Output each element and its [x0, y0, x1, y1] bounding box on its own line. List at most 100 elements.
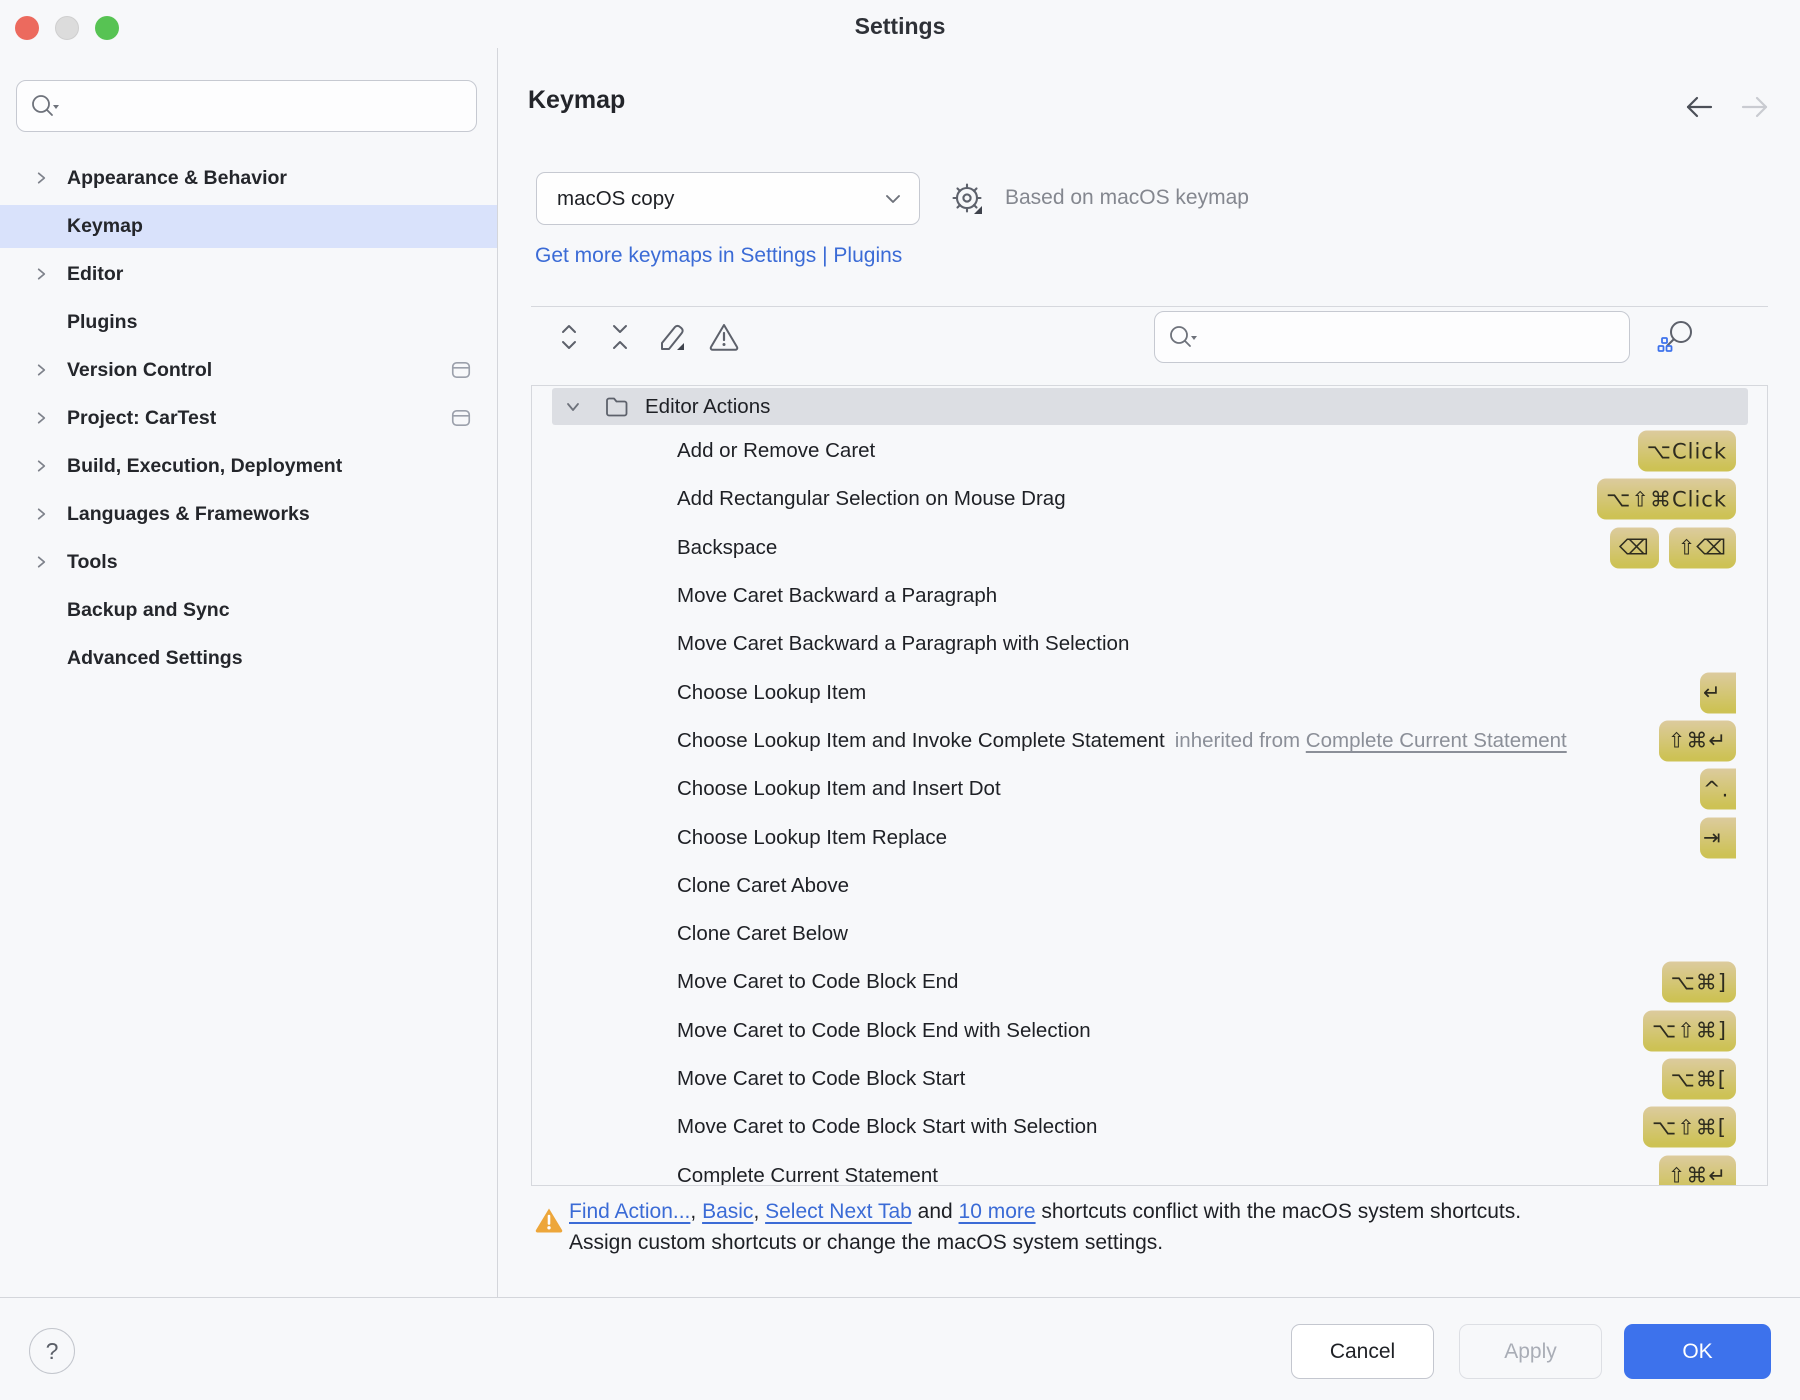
chevron-right-icon[interactable]	[34, 459, 49, 474]
action-label: Choose Lookup Item and Invoke Complete S…	[677, 729, 1165, 753]
action-row-choose-lookup-item-and-insert-dot[interactable]: Choose Lookup Item and Insert Dot^.	[532, 765, 1767, 813]
inherited-action-link[interactable]: Complete Current Statement	[1306, 729, 1567, 752]
chevron-right-icon[interactable]	[34, 411, 49, 426]
sidebar-item-tools[interactable]: Tools	[0, 538, 497, 586]
warning-triangle-icon	[708, 322, 740, 352]
keymap-scheme-select[interactable]: macOS copy	[536, 172, 920, 225]
cancel-button[interactable]: Cancel	[1291, 1324, 1434, 1379]
sidebar-item-project-cartest[interactable]: Project: CarTest	[0, 394, 497, 442]
chevron-down-icon[interactable]	[564, 399, 582, 415]
forward-arrow-icon[interactable]	[1738, 92, 1772, 122]
sidebar-item-label: Editor	[67, 263, 123, 286]
chevron-right-icon[interactable]	[34, 363, 49, 378]
shortcut-badge: ⌥⇧⌘Click	[1597, 479, 1736, 520]
action-row-add-or-remove-caret[interactable]: Add or Remove Caret⌥Click	[532, 427, 1767, 475]
shortcut-search-input[interactable]	[1205, 325, 1617, 350]
action-row-clone-caret-below[interactable]: Clone Caret Below	[532, 910, 1767, 958]
help-question-icon: ?	[46, 1338, 59, 1365]
shortcut-badge: ^.	[1700, 769, 1736, 810]
history-nav	[1682, 92, 1772, 122]
search-icon	[29, 92, 59, 120]
show-conflicts-button[interactable]	[709, 322, 739, 352]
ok-button[interactable]: OK	[1624, 1324, 1771, 1379]
sidebar-item-label: Advanced Settings	[67, 647, 243, 670]
shortcut-badge: ⇧⌘↵	[1659, 720, 1736, 761]
action-label: Complete Current Statement	[677, 1164, 938, 1186]
chevron-right-icon[interactable]	[34, 267, 49, 282]
action-row-move-caret-to-code-block-start-with-selection[interactable]: Move Caret to Code Block Start with Sele…	[532, 1103, 1767, 1151]
conflict-line2: Assign custom shortcuts or change the ma…	[569, 1227, 1759, 1258]
window-title: Settings	[0, 13, 1800, 40]
keymap-actions-tree: Editor Actions Add or Remove Caret⌥Click…	[531, 385, 1768, 1186]
sidebar-item-languages-frameworks[interactable]: Languages & Frameworks	[0, 490, 497, 538]
gear-icon	[947, 179, 989, 221]
conflict-message: Find Action..., Basic, Select Next Tab a…	[569, 1196, 1759, 1258]
action-row-choose-lookup-item-replace[interactable]: Choose Lookup Item Replace⇥	[532, 813, 1767, 861]
action-label: Add or Remove Caret	[677, 439, 875, 463]
action-row-move-caret-to-code-block-end-with-selection[interactable]: Move Caret to Code Block End with Select…	[532, 1007, 1767, 1055]
conflict-link-find-action[interactable]: Find Action...	[569, 1200, 690, 1223]
action-label: Move Caret to Code Block Start with Sele…	[677, 1115, 1097, 1139]
keymap-options-button[interactable]	[946, 178, 990, 222]
sidebar-item-build-execution-deployment[interactable]: Build, Execution, Deployment	[0, 442, 497, 490]
shortcut-badges: ⌥⇧⌘[	[1643, 1107, 1736, 1148]
action-row-add-rectangular-selection-on-mouse-drag[interactable]: Add Rectangular Selection on Mouse Drag⌥…	[532, 475, 1767, 523]
shortcut-search-field[interactable]	[1154, 311, 1630, 363]
action-row-move-caret-to-code-block-start[interactable]: Move Caret to Code Block Start⌥⌘[	[532, 1055, 1767, 1103]
action-row-choose-lookup-item-and-invoke-complete-statement[interactable]: Choose Lookup Item and Invoke Complete S…	[532, 717, 1767, 765]
action-row-move-caret-backward-a-paragraph-with-selection[interactable]: Move Caret Backward a Paragraph with Sel…	[532, 620, 1767, 668]
action-row-move-caret-backward-a-paragraph[interactable]: Move Caret Backward a Paragraph	[532, 572, 1767, 620]
action-row-choose-lookup-item[interactable]: Choose Lookup Item↵	[532, 668, 1767, 716]
page-title: Keymap	[528, 86, 625, 115]
shortcut-badge: ⌫	[1610, 527, 1659, 568]
settings-search-field[interactable]	[16, 80, 477, 132]
collapse-all-button[interactable]	[605, 322, 635, 352]
chevron-right-icon[interactable]	[34, 555, 49, 570]
conflict-text: ,	[690, 1200, 702, 1223]
action-label: Move Caret to Code Block End with Select…	[677, 1019, 1091, 1043]
tree-group-editor-actions[interactable]: Editor Actions	[552, 388, 1748, 425]
shortcut-badge: ⇧⌫	[1669, 527, 1736, 568]
shortcut-badge: ⌥⌘]	[1662, 962, 1736, 1003]
collapse-all-icon	[607, 322, 633, 352]
sidebar-item-advanced-settings[interactable]: Advanced Settings	[0, 634, 497, 682]
chevron-right-icon[interactable]	[34, 507, 49, 522]
expand-all-button[interactable]	[554, 322, 584, 352]
shortcut-badges: ⌥⌘]	[1662, 962, 1736, 1003]
per-project-settings-icon	[450, 359, 472, 381]
settings-category-list: Appearance & Behavior Keymap Editor Plugins…	[0, 154, 497, 682]
keymap-scheme-value: macOS copy	[557, 187, 883, 211]
sidebar-item-version-control[interactable]: Version Control	[0, 346, 497, 394]
edit-shortcut-button[interactable]	[657, 322, 687, 352]
sidebar-item-backup-and-sync[interactable]: Backup and Sync	[0, 586, 497, 634]
shortcut-badge: ⇧⌘↵	[1659, 1155, 1736, 1186]
help-button[interactable]: ?	[29, 1328, 75, 1374]
chevron-right-icon[interactable]	[34, 171, 49, 186]
settings-search-input[interactable]	[67, 94, 464, 119]
sidebar-item-appearance-behavior[interactable]: Appearance & Behavior	[0, 154, 497, 202]
conflict-link-10-more[interactable]: 10 more	[959, 1200, 1036, 1223]
action-row-clone-caret-above[interactable]: Clone Caret Above	[532, 862, 1767, 910]
action-row-backspace[interactable]: Backspace⌫⇧⌫	[532, 524, 1767, 572]
sidebar-item-keymap[interactable]: Keymap	[0, 202, 497, 250]
sidebar-item-editor[interactable]: Editor	[0, 250, 497, 298]
tree-rows: Add or Remove Caret⌥ClickAdd Rectangular…	[532, 427, 1767, 1186]
inherited-from-note: inherited from Complete Current Statemen…	[1175, 729, 1567, 753]
action-row-complete-current-statement[interactable]: Complete Current Statement ⇧⌘↵	[532, 1151, 1767, 1186]
conflict-link-basic[interactable]: Basic	[702, 1200, 753, 1223]
find-actions-by-shortcut-button[interactable]	[1656, 316, 1698, 358]
sidebar-item-label: Appearance & Behavior	[67, 167, 287, 190]
action-row-move-caret-to-code-block-end[interactable]: Move Caret to Code Block End⌥⌘]	[532, 958, 1767, 1006]
sidebar-item-plugins[interactable]: Plugins	[0, 298, 497, 346]
action-label: Move Caret Backward a Paragraph	[677, 584, 997, 608]
shortcut-badges: ⇧⌘↵	[1659, 1155, 1736, 1186]
action-label: Clone Caret Above	[677, 874, 849, 898]
action-label: Choose Lookup Item Replace	[677, 826, 947, 850]
back-arrow-icon[interactable]	[1682, 92, 1716, 122]
based-on-label: Based on macOS keymap	[1005, 186, 1249, 210]
sidebar-divider	[497, 48, 498, 1297]
apply-button[interactable]: Apply	[1459, 1324, 1602, 1379]
sidebar-item-label: Backup and Sync	[67, 599, 230, 622]
conflict-link-select-next-tab[interactable]: Select Next Tab	[765, 1200, 912, 1223]
get-more-keymaps-link[interactable]: Get more keymaps in Settings | Plugins	[535, 244, 902, 268]
